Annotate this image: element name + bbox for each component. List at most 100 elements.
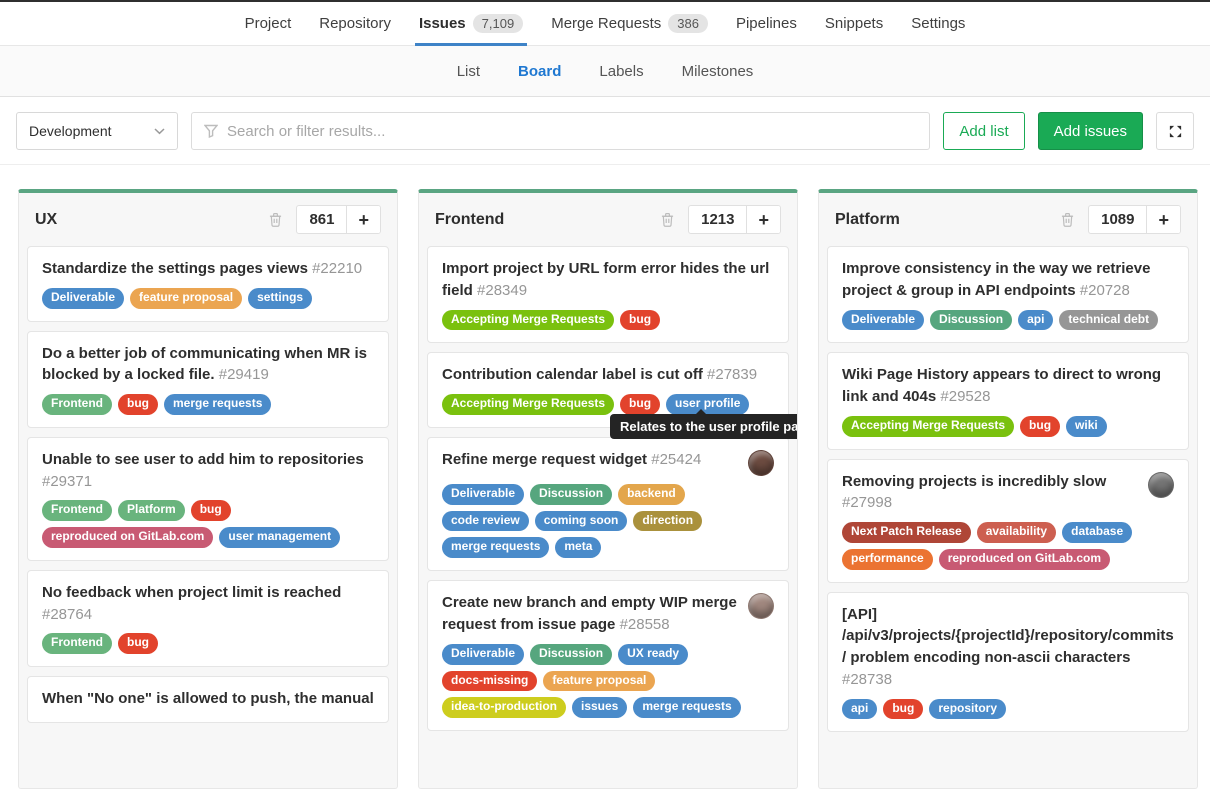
label-pill-feature-proposal[interactable]: feature proposal [543, 671, 655, 692]
delete-list-button[interactable] [1061, 212, 1074, 227]
add-issue-button[interactable]: + [346, 206, 380, 233]
issue-card[interactable]: Refine merge request widget #25424 Deliv… [427, 437, 789, 571]
label-pill-discussion[interactable]: Discussion [530, 484, 612, 505]
label-pill-frontend[interactable]: Frontend [42, 500, 112, 521]
subnav-item-milestones[interactable]: Milestones [682, 63, 754, 80]
assignee-avatar[interactable] [1148, 472, 1174, 498]
label-list: Deliverable Discussion api technical debt [842, 310, 1174, 331]
label-pill-deliverable[interactable]: Deliverable [42, 288, 124, 309]
label-pill-bug[interactable]: bug [620, 310, 660, 331]
label-pill-frontend[interactable]: Frontend [42, 394, 112, 415]
label-pill-idea-to-production[interactable]: idea-to-production [442, 697, 566, 718]
delete-list-button[interactable] [269, 212, 282, 227]
issue-card[interactable]: Import project by URL form error hides t… [427, 246, 789, 343]
label-pill-accepting-merge-requests[interactable]: Accepting Merge Requests [842, 416, 1014, 437]
issue-count: 1089 [1089, 206, 1146, 233]
issue-card[interactable]: No feedback when project limit is reache… [27, 570, 389, 667]
label-pill-deliverable[interactable]: Deliverable [442, 644, 524, 665]
board-column-ux: UX 861 + Standardize the settings p [18, 189, 398, 789]
nav-item-project[interactable]: Project [231, 2, 306, 45]
issue-card[interactable]: When "No one" is allowed to push, the ma… [27, 676, 389, 723]
label-pill-meta[interactable]: meta [555, 537, 601, 558]
issue-card[interactable]: Contribution calendar label is cut off #… [427, 352, 789, 428]
add-issue-button[interactable]: + [746, 206, 780, 233]
label-pill-user-management[interactable]: user management [219, 527, 340, 548]
fullscreen-button[interactable] [1156, 112, 1194, 150]
card-title: Wiki Page History appears to direct to w… [842, 364, 1174, 408]
label-pill-bug[interactable]: bug [118, 633, 158, 654]
issue-number: #28558 [620, 616, 670, 633]
label-pill-merge-requests[interactable]: merge requests [442, 537, 549, 558]
assignee-avatar[interactable] [748, 450, 774, 476]
issue-card[interactable]: Do a better job of communicating when MR… [27, 331, 389, 428]
label-pill-api[interactable]: api [842, 699, 877, 720]
issue-card[interactable]: Wiki Page History appears to direct to w… [827, 352, 1189, 449]
nav-item-label: Repository [319, 15, 391, 32]
label-pill-reproduced-on-gitlab-com[interactable]: reproduced on GitLab.com [42, 527, 213, 548]
nav-item-pipelines[interactable]: Pipelines [722, 2, 811, 45]
label-pill-code-review[interactable]: code review [442, 511, 529, 532]
board-select[interactable]: Development [16, 112, 178, 150]
nav-item-snippets[interactable]: Snippets [811, 2, 897, 45]
label-pill-direction[interactable]: direction [633, 511, 702, 532]
trash-icon [661, 212, 674, 227]
label-pill-issues[interactable]: issues [572, 697, 627, 718]
label-pill-performance[interactable]: performance [842, 549, 933, 570]
subnav-item-labels[interactable]: Labels [599, 63, 643, 80]
label-pill-wiki[interactable]: wiki [1066, 416, 1107, 437]
label-pill-bug[interactable]: bug [191, 500, 231, 521]
issue-card[interactable]: Unable to see user to add him to reposit… [27, 437, 389, 561]
add-issues-button[interactable]: Add issues [1038, 112, 1143, 150]
add-list-button[interactable]: Add list [943, 112, 1024, 150]
label-pill-discussion[interactable]: Discussion [530, 644, 612, 665]
add-issue-button[interactable]: + [1146, 206, 1180, 233]
label-pill-platform[interactable]: Platform [118, 500, 185, 521]
label-pill-bug[interactable]: bug [1020, 416, 1060, 437]
label-pill-coming-soon[interactable]: coming soon [535, 511, 628, 532]
nav-item-settings[interactable]: Settings [897, 2, 979, 45]
delete-list-button[interactable] [661, 212, 674, 227]
subnav-item-list[interactable]: List [457, 63, 480, 80]
label-pill-reproduced-on-gitlab-com[interactable]: reproduced on GitLab.com [939, 549, 1110, 570]
label-pill-bug[interactable]: bug [118, 394, 158, 415]
label-pill-discussion[interactable]: Discussion [930, 310, 1012, 331]
issue-card[interactable]: Removing projects is incredibly slow #27… [827, 459, 1189, 583]
nav-item-issues[interactable]: Issues 7,109 [405, 2, 537, 45]
nav-item-merge-requests[interactable]: Merge Requests 386 [537, 2, 722, 45]
label-pill-frontend[interactable]: Frontend [42, 633, 112, 654]
label-pill-accepting-merge-requests[interactable]: Accepting Merge Requests [442, 310, 614, 331]
label-pill-availability[interactable]: availability [977, 522, 1056, 543]
label-pill-database[interactable]: database [1062, 522, 1132, 543]
label-pill-deliverable[interactable]: Deliverable [442, 484, 524, 505]
nav-item-label: Settings [911, 15, 965, 32]
search-input[interactable] [227, 123, 917, 140]
assignee-avatar[interactable] [748, 593, 774, 619]
nav-item-repository[interactable]: Repository [305, 2, 405, 45]
issue-number: #28764 [42, 606, 92, 623]
card-title: Do a better job of communicating when MR… [42, 343, 374, 387]
issue-card[interactable]: Standardize the settings pages views #22… [27, 246, 389, 322]
column-controls: 1213 + [661, 205, 781, 234]
issue-title: Do a better job of communicating when MR… [42, 345, 367, 384]
issue-card[interactable]: [API] /api/v3/projects/{projectId}/repos… [827, 592, 1189, 733]
label-pill-merge-requests[interactable]: merge requests [633, 697, 740, 718]
label-pill-next-patch-release[interactable]: Next Patch Release [842, 522, 971, 543]
label-pill-docs-missing[interactable]: docs-missing [442, 671, 537, 692]
label-pill-bug[interactable]: bug [883, 699, 923, 720]
issue-card[interactable]: Create new branch and empty WIP merge re… [427, 580, 789, 731]
label-pill-ux-ready[interactable]: UX ready [618, 644, 688, 665]
column-header: Platform 1089 + [819, 193, 1197, 244]
subnav-item-board[interactable]: Board [518, 63, 561, 80]
label-pill-user-profile[interactable]: user profile [666, 394, 749, 415]
label-pill-feature-proposal[interactable]: feature proposal [130, 288, 242, 309]
label-pill-merge-requests[interactable]: merge requests [164, 394, 271, 415]
label-pill-backend[interactable]: backend [618, 484, 685, 505]
label-pill-bug[interactable]: bug [620, 394, 660, 415]
issue-card[interactable]: Improve consistency in the way we retrie… [827, 246, 1189, 343]
label-pill-deliverable[interactable]: Deliverable [842, 310, 924, 331]
label-pill-api[interactable]: api [1018, 310, 1053, 331]
label-pill-accepting-merge-requests[interactable]: Accepting Merge Requests [442, 394, 614, 415]
label-pill-settings[interactable]: settings [248, 288, 312, 309]
label-pill-technical-debt[interactable]: technical debt [1059, 310, 1158, 331]
label-pill-repository[interactable]: repository [929, 699, 1006, 720]
